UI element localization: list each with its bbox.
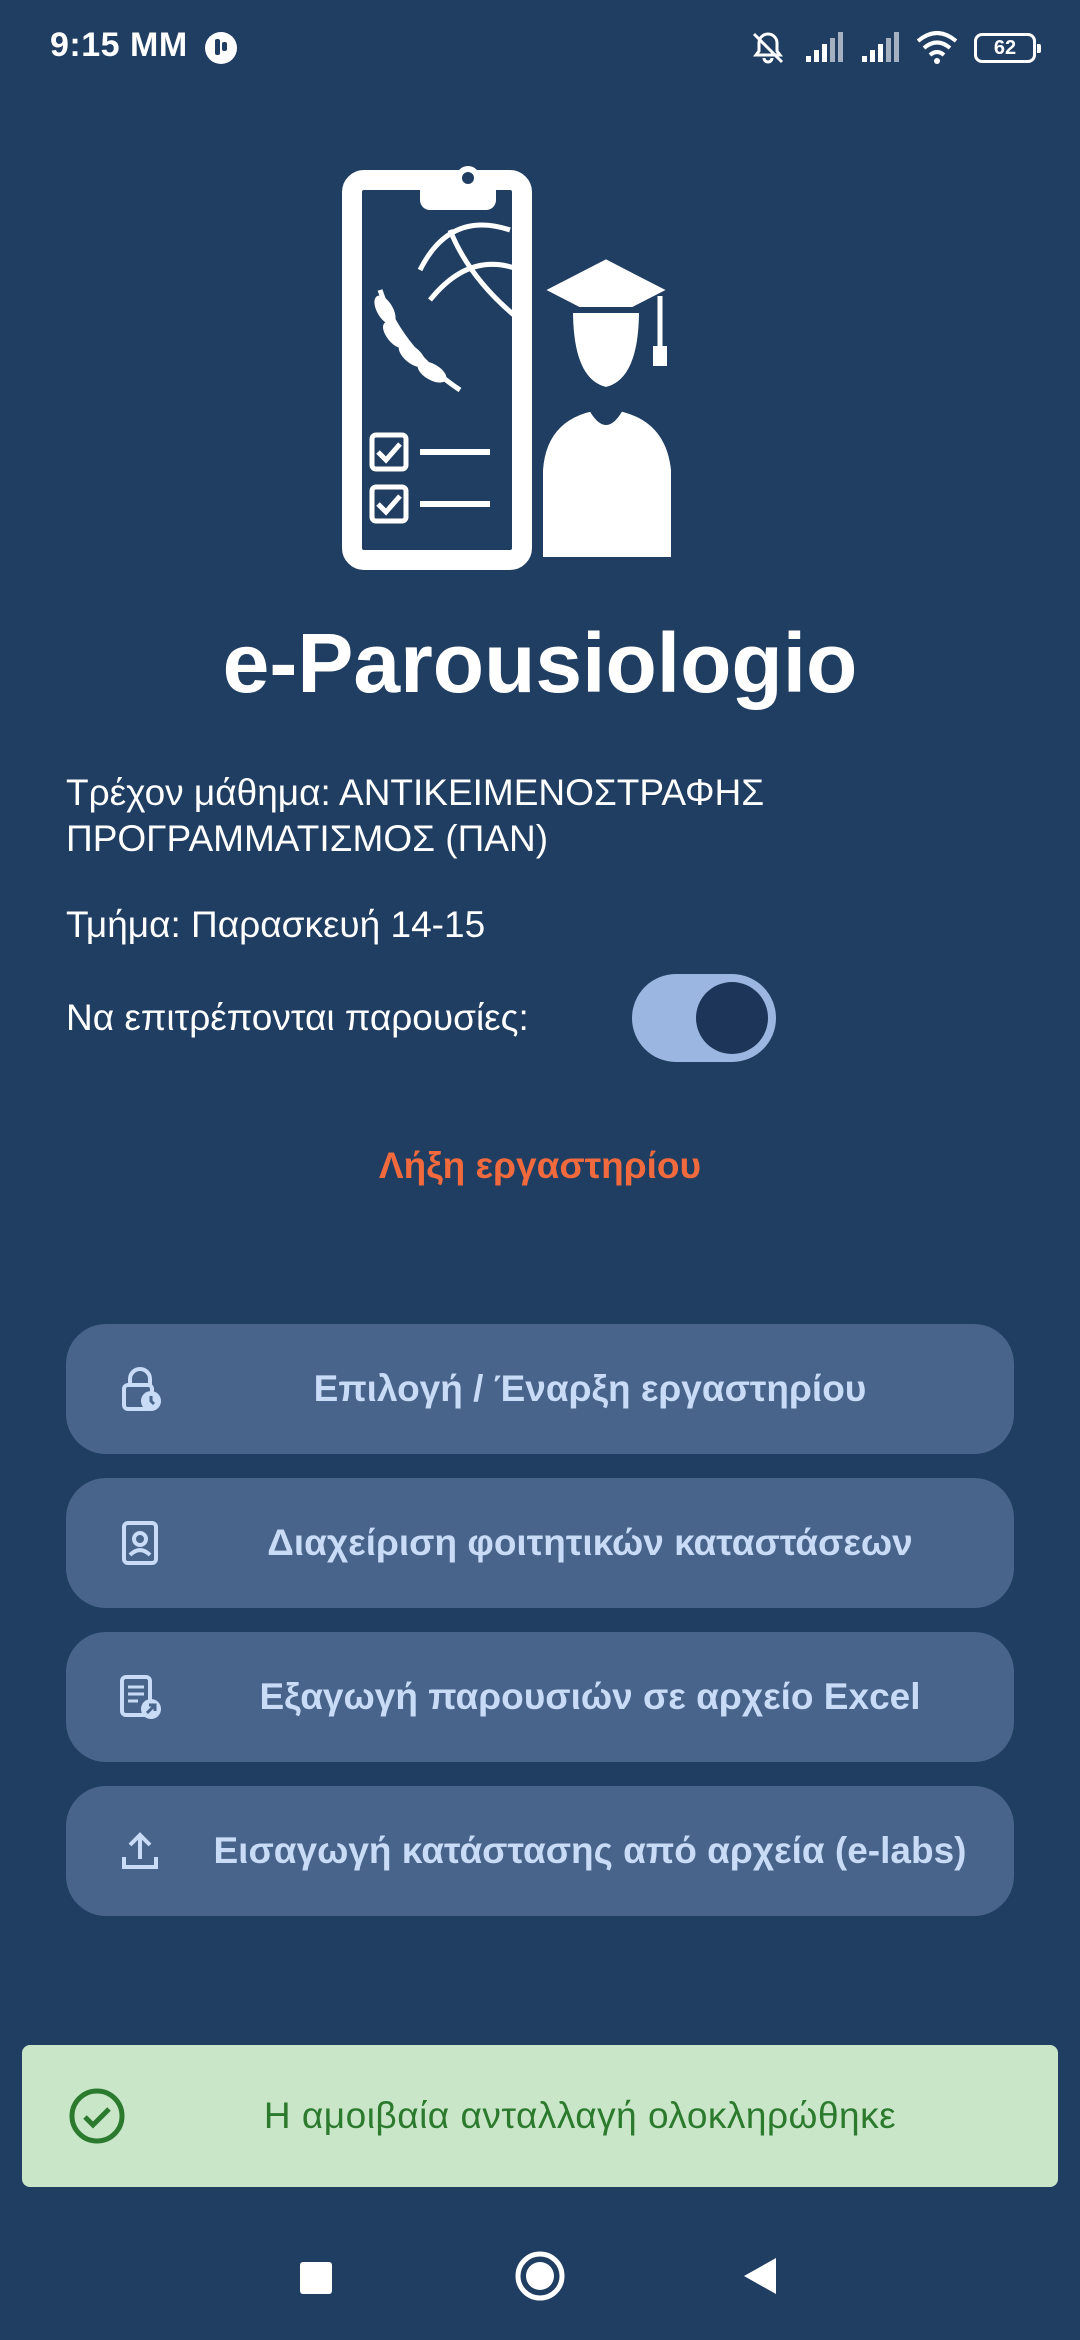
check-circle-icon [69, 2088, 125, 2144]
allow-attendance-row: Να επιτρέπονται παρουσίες: [66, 970, 786, 1066]
end-lab-button[interactable]: Λήξη εργαστηρίου [0, 1145, 1080, 1187]
toggle-knob [696, 982, 768, 1054]
start-lab-label: Επιλογή / Έναρξη εργαστηρίου [313, 1368, 867, 1409]
system-nav-bar [0, 2220, 1080, 2340]
recents-icon[interactable] [300, 2262, 332, 2294]
export-excel-label: Εξαγωγή παρουσιών σε αρχείο Excel [259, 1676, 921, 1717]
home-icon[interactable] [514, 2250, 566, 2302]
section-info: Τμήμα: Παρασκευή 14-15 [66, 904, 486, 945]
current-course: Τρέχον μάθημα: ΑΝΤΙΚΕΙΜΕΝΟΣΤΡΑΦΗΣ ΠΡΟΓΡΑ… [66, 772, 765, 859]
import-elabs-button[interactable]: Εισαγωγή κατάστασης από αρχεία (e-labs) [66, 1786, 1014, 1916]
document-export-icon [120, 1675, 161, 1719]
status-bar: 9:15 MM 62 [0, 0, 1080, 96]
status-time: 9:15 MM [50, 26, 188, 64]
start-lab-button[interactable]: Επιλογή / Έναρξη εργαστηρίου [66, 1324, 1014, 1454]
lock-clock-icon [122, 1367, 161, 1411]
wifi-icon [916, 31, 958, 64]
signal-icon [862, 32, 899, 62]
bell-off-icon [752, 32, 784, 64]
snackbar: Η αμοιβαία ανταλλαγή ολοκληρώθηκε [22, 2045, 1058, 2187]
export-excel-button[interactable]: Εξαγωγή παρουσιών σε αρχείο Excel [66, 1632, 1014, 1762]
status-icons: 62 [748, 28, 1041, 68]
student-badge-icon [122, 1521, 158, 1565]
manage-student-lists-label: Διαχείριση φοιτητικών καταστάσεων [267, 1522, 913, 1563]
app-screen: 9:15 MM 62 e-Parousiologio Τρέχον μάθημα… [0, 0, 1080, 2340]
back-icon[interactable] [742, 2256, 778, 2296]
app-notification-icon [205, 32, 237, 64]
manage-student-lists-button[interactable]: Διαχείριση φοιτητικών καταστάσεων [66, 1478, 1014, 1608]
app-title: e-Parousiologio [222, 616, 858, 710]
clipboard-graduate-logo [342, 166, 679, 570]
upload-icon [122, 1832, 158, 1869]
battery-icon: 62 [974, 33, 1041, 63]
allow-attendance-toggle[interactable] [632, 974, 776, 1062]
snackbar-message: Η αμοιβαία ανταλλαγή ολοκληρώθηκε [263, 2095, 897, 2136]
allow-attendance-label: Να επιτρέπονται παρουσίες: [66, 997, 529, 1038]
import-elabs-label: Εισαγωγή κατάστασης από αρχεία (e-labs) [213, 1830, 967, 1871]
battery-level: 62 [993, 36, 1017, 59]
signal-icon [806, 32, 843, 62]
